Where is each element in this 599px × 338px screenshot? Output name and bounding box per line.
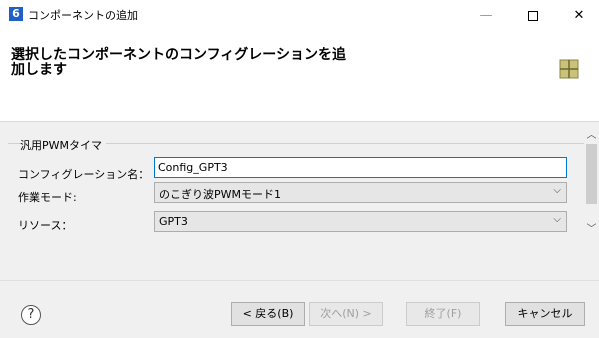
back-button[interactable]: < 戻る(B): [231, 302, 305, 326]
help-icon[interactable]: ?: [21, 305, 41, 325]
chevron-down-icon: ⌵: [553, 214, 561, 225]
resource-label: リソース：: [18, 219, 73, 232]
maximize-icon: [528, 10, 538, 21]
chevron-down-icon: ⌵: [553, 185, 561, 196]
maximize-button[interactable]: [510, 0, 556, 31]
close-button[interactable]: ✕: [556, 0, 599, 31]
page-title: 選択したコンポーネントのコンフィグレーションを追 加します: [11, 47, 347, 78]
mode-label: 作業モード:: [18, 191, 77, 204]
window-title: コンポーネントの追加: [28, 9, 138, 22]
mode-select[interactable]: のこぎり波PWMモード1 ⌵: [154, 182, 567, 203]
config-name-field[interactable]: [154, 157, 567, 178]
chevron-up-icon[interactable]: ︿: [584, 126, 599, 141]
scrollbar-thumb[interactable]: [586, 144, 597, 204]
app-icon: 6: [9, 7, 23, 21]
wizard-header: 選択したコンポーネントのコンフィグレーションを追 加します: [0, 31, 599, 122]
resource-select[interactable]: GPT3 ⌵: [154, 211, 567, 232]
finish-button[interactable]: 終了(F): [406, 302, 480, 326]
chevron-down-icon[interactable]: ﹀: [584, 220, 599, 235]
next-button[interactable]: 次へ(N) >: [309, 302, 383, 326]
cancel-button[interactable]: キャンセル: [505, 302, 585, 326]
title-bar: 6 コンポーネントの追加 — ✕: [0, 0, 599, 31]
config-name-label: コンフィグレーション名：: [18, 168, 150, 181]
minimize-button[interactable]: —: [463, 0, 509, 31]
mode-select-value: のこぎり波PWMモード1: [159, 188, 281, 201]
component-grid-icon: [559, 59, 579, 79]
resource-select-value: GPT3: [159, 215, 188, 228]
group-label: 汎用PWMタイマ: [20, 137, 107, 153]
vertical-scrollbar[interactable]: ︿ ﹀: [584, 122, 599, 280]
